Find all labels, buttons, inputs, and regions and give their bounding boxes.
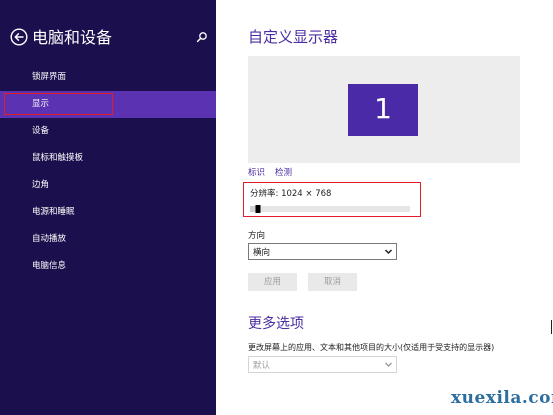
page-title: 自定义显示器 [248, 28, 339, 46]
sidebar-item-label: 电脑信息 [32, 261, 67, 271]
resolution-highlight-box: 分辨率: 1024 × 768 [243, 182, 421, 217]
sidebar-item-lock-screen[interactable]: 锁屏界面 [0, 64, 216, 91]
sidebar-item-label: 鼠标和触摸板 [32, 153, 84, 163]
sidebar-item-label: 自动播放 [32, 234, 67, 244]
display-preview: 1 [248, 56, 520, 163]
orientation-select[interactable]: 横向 [248, 243, 397, 260]
search-icon[interactable] [196, 31, 208, 43]
watermark: xuexila.com [451, 388, 553, 408]
sidebar-item-pc-info[interactable]: 电脑信息 [0, 253, 216, 280]
more-options-title: 更多选项 [248, 316, 304, 332]
sidebar-item-display[interactable]: 显示 [0, 91, 216, 118]
sidebar-item-label: 设备 [32, 126, 50, 136]
sidebar-item-label: 电源和睡眠 [32, 207, 75, 217]
monitor-tile[interactable]: 1 [348, 84, 418, 136]
sidebar-item-corners[interactable]: 边角 [0, 172, 216, 199]
sidebar-nav: 锁屏界面 显示 设备 鼠标和触摸板 边角 电源和睡眠 自动播放 电脑信息 [0, 64, 216, 280]
sidebar-header: 电脑和设备 [10, 27, 210, 49]
detect-link[interactable]: 检测 [275, 168, 292, 178]
sidebar-item-label: 边角 [32, 180, 50, 190]
scale-label: 更改屏幕上的应用、文本和其他项目的大小(仅适用于受支持的显示器) [248, 343, 495, 352]
sidebar-title: 电脑和设备 [32, 28, 113, 47]
orientation-value: 横向 [253, 248, 271, 258]
sidebar-item-devices[interactable]: 设备 [0, 118, 216, 145]
scale-select[interactable]: 默认 [248, 356, 397, 373]
orientation-label: 方向 [248, 231, 266, 241]
sidebar: 电脑和设备 锁屏界面 显示 设备 鼠标和触摸板 边角 电源和睡眠 自动播放 电脑… [0, 0, 216, 415]
resolution-slider[interactable] [250, 205, 410, 213]
identify-link[interactable]: 标识 [248, 168, 265, 178]
monitor-number: 1 [374, 92, 392, 125]
scale-value: 默认 [253, 361, 271, 371]
resolution-slider-thumb[interactable] [255, 205, 261, 213]
chevron-down-icon [384, 249, 393, 255]
resolution-label: 分辨率: 1024 × 768 [250, 189, 332, 199]
sidebar-item-autoplay[interactable]: 自动播放 [0, 226, 216, 253]
chevron-down-icon [384, 362, 393, 368]
sidebar-item-label: 显示 [32, 99, 50, 109]
text-cursor [551, 320, 552, 334]
back-arrow-icon[interactable] [10, 28, 28, 46]
main-panel: 自定义显示器 1 标识 检测 分辨率: 1024 × 768 方向 横向 应用 取… [216, 0, 553, 415]
sidebar-item-power-sleep[interactable]: 电源和睡眠 [0, 199, 216, 226]
apply-button[interactable]: 应用 [248, 273, 297, 291]
display-links: 标识 检测 [248, 166, 302, 178]
sidebar-item-label: 锁屏界面 [32, 72, 67, 82]
cancel-button[interactable]: 取消 [308, 273, 357, 291]
sidebar-item-mouse-touchpad[interactable]: 鼠标和触摸板 [0, 145, 216, 172]
